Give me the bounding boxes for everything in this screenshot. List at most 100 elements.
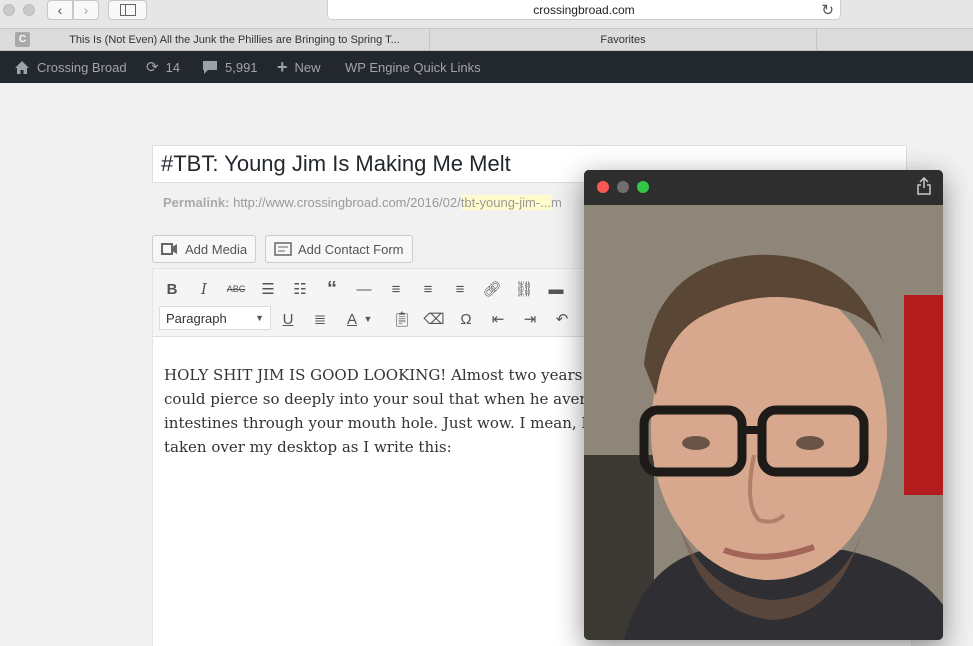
- quote-icon: “: [327, 277, 337, 300]
- align-right-button[interactable]: ≡: [447, 276, 473, 302]
- site-name: Crossing Broad: [37, 59, 127, 75]
- chevron-right-icon: ›: [83, 2, 89, 18]
- bullet-list-button[interactable]: ☰: [255, 276, 281, 302]
- comment-icon: [203, 60, 217, 74]
- updates-link[interactable]: ⟳ 14: [146, 51, 180, 83]
- back-button[interactable]: ‹: [47, 0, 73, 20]
- screen: ‹ › crossingbroad.com ↻ C This Is (Not E…: [0, 0, 973, 646]
- add-contact-form-label: Add Contact Form: [298, 241, 404, 257]
- align-left-icon: ≡: [391, 280, 401, 298]
- insert-link-button[interactable]: 🔗︎: [479, 276, 505, 302]
- content-line: intestines through your mouth hole. Just…: [164, 414, 584, 432]
- link-icon: 🔗︎: [482, 281, 502, 298]
- text-color-dropdown[interactable]: ▼: [361, 306, 375, 332]
- reload-icon[interactable]: ↻: [821, 1, 834, 19]
- clear-formatting-button[interactable]: ⌫: [421, 306, 447, 332]
- permalink-row: Permalink: http://www.crossingbroad.com/…: [163, 195, 562, 210]
- comments-count: 5,991: [225, 59, 258, 75]
- new-content-link[interactable]: + New: [277, 51, 321, 83]
- remove-link-button[interactable]: ⛓︎: [511, 276, 537, 302]
- tab-title: Favorites: [600, 34, 646, 46]
- undo-icon: ↶: [555, 311, 569, 328]
- bold-icon: B: [166, 280, 178, 298]
- preview-minimize-button[interactable]: [617, 181, 629, 193]
- text-color-icon: A: [346, 310, 357, 328]
- photo-preview-window[interactable]: [584, 170, 943, 640]
- tab-bar: C This Is (Not Even) All the Junk the Ph…: [0, 28, 973, 51]
- bold-button[interactable]: B: [159, 276, 185, 302]
- preview-zoom-button[interactable]: [637, 181, 649, 193]
- sidebar-button[interactable]: [108, 0, 147, 20]
- sidebar-icon: [119, 4, 136, 16]
- refresh-icon: ⟳: [146, 59, 159, 76]
- post-content[interactable]: HOLY SHIT JIM IS GOOD LOOKING! Almost tw…: [164, 363, 584, 459]
- chevron-down-icon: ▼: [363, 314, 373, 324]
- undo-button[interactable]: ↶: [549, 306, 575, 332]
- browser-toolbar: ‹ › crossingbroad.com ↻: [0, 0, 973, 28]
- indent-button[interactable]: ⇥: [517, 306, 543, 332]
- clipboard-icon: 📋︎: [392, 311, 412, 328]
- media-icon: [161, 243, 177, 255]
- add-media-button[interactable]: Add Media: [152, 235, 257, 263]
- underline-button[interactable]: U: [275, 306, 301, 332]
- blockquote-button[interactable]: “: [319, 276, 345, 302]
- window-minimize-button[interactable]: [23, 4, 35, 16]
- read-more-icon: ▬: [548, 280, 564, 298]
- horizontal-line-button[interactable]: —: [351, 276, 377, 302]
- tab-favorites[interactable]: Favorites: [430, 29, 817, 51]
- italic-icon: I: [201, 280, 207, 298]
- preview-close-button[interactable]: [597, 181, 609, 193]
- plus-icon: +: [277, 56, 288, 77]
- add-media-label: Add Media: [185, 241, 248, 257]
- wp-engine-link[interactable]: WP Engine Quick Links: [345, 51, 481, 83]
- numbered-list-button[interactable]: ☷: [287, 276, 313, 302]
- permalink-tail: m: [551, 195, 562, 210]
- preview-titlebar[interactable]: [584, 170, 943, 205]
- permalink-label: Permalink:: [163, 195, 230, 210]
- updates-count: 14: [165, 59, 181, 75]
- portrait-photo: [584, 205, 943, 640]
- chevron-left-icon: ‹: [57, 2, 63, 18]
- format-select[interactable]: Paragraph: [159, 306, 271, 330]
- outdent-icon: ⇤: [491, 311, 505, 328]
- align-center-icon: ≡: [423, 280, 433, 298]
- add-contact-form-button[interactable]: Add Contact Form: [265, 235, 413, 263]
- italic-button[interactable]: I: [191, 276, 217, 302]
- site-favicon: C: [15, 32, 30, 47]
- window-close-button[interactable]: [3, 4, 15, 16]
- format-value: Paragraph: [166, 311, 227, 326]
- wp-admin-bar: Crossing Broad ⟳ 14 5,991 + New WP Engin…: [0, 51, 973, 83]
- outdent-button[interactable]: ⇤: [485, 306, 511, 332]
- content-line: taken over my desktop as I write this:: [164, 438, 452, 456]
- underline-icon: U: [282, 310, 294, 328]
- strikethrough-icon: ABC: [226, 284, 246, 294]
- permalink-slug[interactable]: tbt-young-jim-...: [460, 195, 552, 210]
- indent-icon: ⇥: [523, 311, 537, 328]
- comments-link[interactable]: 5,991: [202, 51, 258, 83]
- strikethrough-button[interactable]: ABC: [223, 276, 249, 302]
- align-right-icon: ≡: [455, 280, 465, 298]
- portrait-image: [584, 205, 943, 640]
- special-character-button[interactable]: Ω: [453, 306, 479, 332]
- read-more-button[interactable]: ▬: [543, 276, 569, 302]
- permalink-base[interactable]: http://www.crossingbroad.com/2016/02/: [233, 195, 461, 210]
- numbered-list-icon: ☷: [293, 281, 307, 298]
- paste-text-button[interactable]: 📋︎: [389, 306, 415, 332]
- justify-button[interactable]: ≣: [307, 306, 333, 332]
- justify-icon: ≣: [313, 311, 327, 328]
- tab-article[interactable]: C This Is (Not Even) All the Junk the Ph…: [0, 29, 430, 51]
- site-name-link[interactable]: Crossing Broad: [14, 51, 127, 83]
- omega-icon: Ω: [460, 310, 472, 328]
- align-left-button[interactable]: ≡: [383, 276, 409, 302]
- post-title-text: #TBT: Young Jim Is Making Me Melt: [161, 151, 511, 176]
- tab-title: This Is (Not Even) All the Junk the Phil…: [69, 34, 400, 46]
- quick-links-label: WP Engine Quick Links: [345, 59, 481, 75]
- address-bar[interactable]: crossingbroad.com ↻: [327, 0, 841, 20]
- align-center-button[interactable]: ≡: [415, 276, 441, 302]
- share-icon[interactable]: [917, 176, 931, 200]
- bullet-list-icon: ☰: [261, 281, 275, 298]
- content-line: could pierce so deeply into your soul th…: [164, 390, 584, 408]
- url-text: crossingbroad.com: [533, 2, 635, 17]
- form-icon: [274, 242, 292, 256]
- forward-button[interactable]: ›: [73, 0, 99, 20]
